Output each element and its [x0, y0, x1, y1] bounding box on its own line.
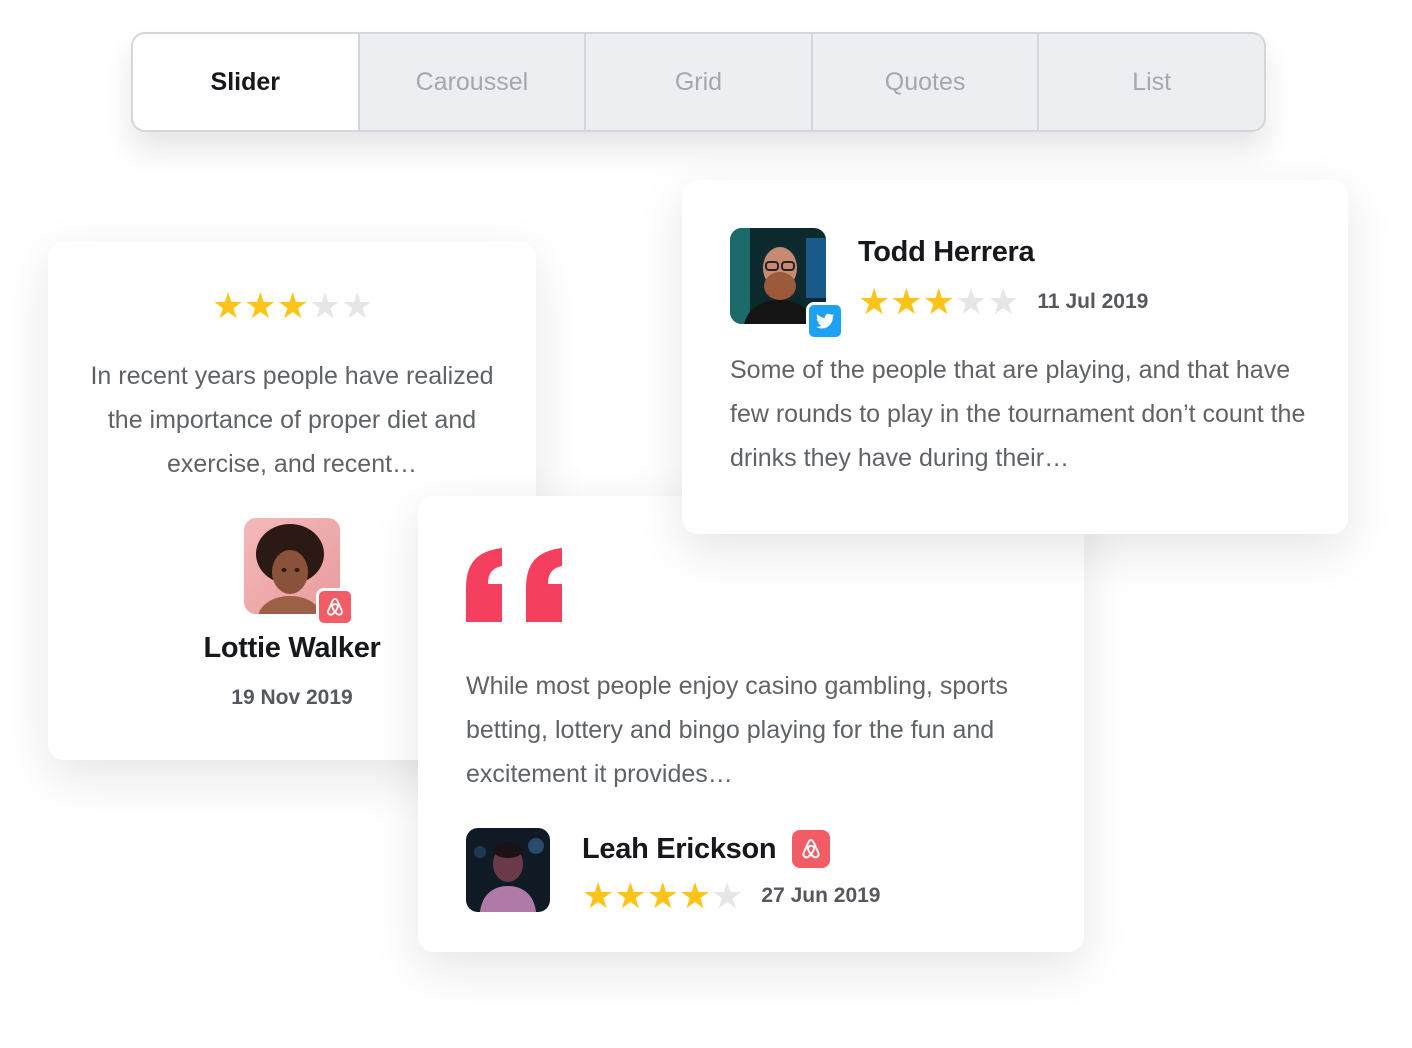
star-filled-icon: ★	[678, 875, 712, 916]
review-text: Some of the people that are playing, and…	[730, 356, 1306, 472]
star-filled-icon: ★	[614, 875, 647, 916]
star-empty-icon: ★	[341, 285, 374, 326]
star-empty-icon: ★	[987, 281, 1020, 322]
airbnb-icon	[792, 830, 831, 868]
avatar	[730, 228, 844, 340]
airbnb-icon	[316, 588, 354, 626]
review-date: 11 Jul 2019	[1037, 290, 1149, 313]
star-empty-icon: ★	[954, 281, 988, 322]
star-filled-icon: ★	[646, 875, 679, 916]
star-empty-icon: ★	[308, 285, 342, 326]
review-meta: ★ ★ ★ ★ ★ 11 Jul 2019	[858, 284, 1148, 320]
star-filled-icon: ★	[276, 285, 309, 326]
tab-grid[interactable]: Grid	[584, 34, 811, 130]
star-filled-icon: ★	[858, 281, 891, 322]
layout-tabs: Slider Caroussel Grid Quotes List	[131, 32, 1266, 132]
tab-quotes[interactable]: Quotes	[810, 34, 1038, 130]
tab-caroussel[interactable]: Caroussel	[357, 34, 585, 130]
reviewer-name: Leah Erickson	[582, 832, 777, 865]
star-filled-icon: ★	[890, 281, 923, 322]
tab-slider[interactable]: Slider	[133, 34, 358, 130]
star-filled-icon: ★	[922, 281, 955, 322]
star-filled-icon: ★	[212, 285, 245, 326]
star-filled-icon: ★	[582, 875, 615, 916]
tab-list[interactable]: List	[1037, 34, 1264, 130]
avatar	[244, 518, 354, 626]
review-card-todd: Todd Herrera ★ ★ ★ ★ ★ 11 Jul 2019 Some of t…	[682, 180, 1348, 534]
twitter-icon	[806, 302, 844, 340]
star-rating: ★ ★ ★ ★ ★	[582, 878, 743, 914]
star-rating: ★ ★ ★ ★ ★	[858, 284, 1019, 320]
reviewer-name: Todd Herrera	[858, 236, 1035, 268]
review-meta: ★ ★ ★ ★ ★ 27 Jun 2019	[582, 878, 881, 914]
quote-mark-icon	[466, 548, 564, 627]
reviewer-header: Leah Erickson	[582, 830, 831, 868]
review-date: 27 Jun 2019	[761, 884, 881, 907]
star-empty-icon: ★	[711, 875, 744, 916]
review-text: In recent years people have realized the…	[90, 362, 494, 478]
star-rating: ★ ★ ★ ★ ★	[212, 288, 373, 324]
review-text: While most people enjoy casino gambling,…	[466, 672, 1008, 788]
review-card-leah: While most people enjoy casino gambling,…	[418, 496, 1084, 952]
avatar	[466, 828, 550, 912]
star-filled-icon: ★	[244, 285, 277, 326]
